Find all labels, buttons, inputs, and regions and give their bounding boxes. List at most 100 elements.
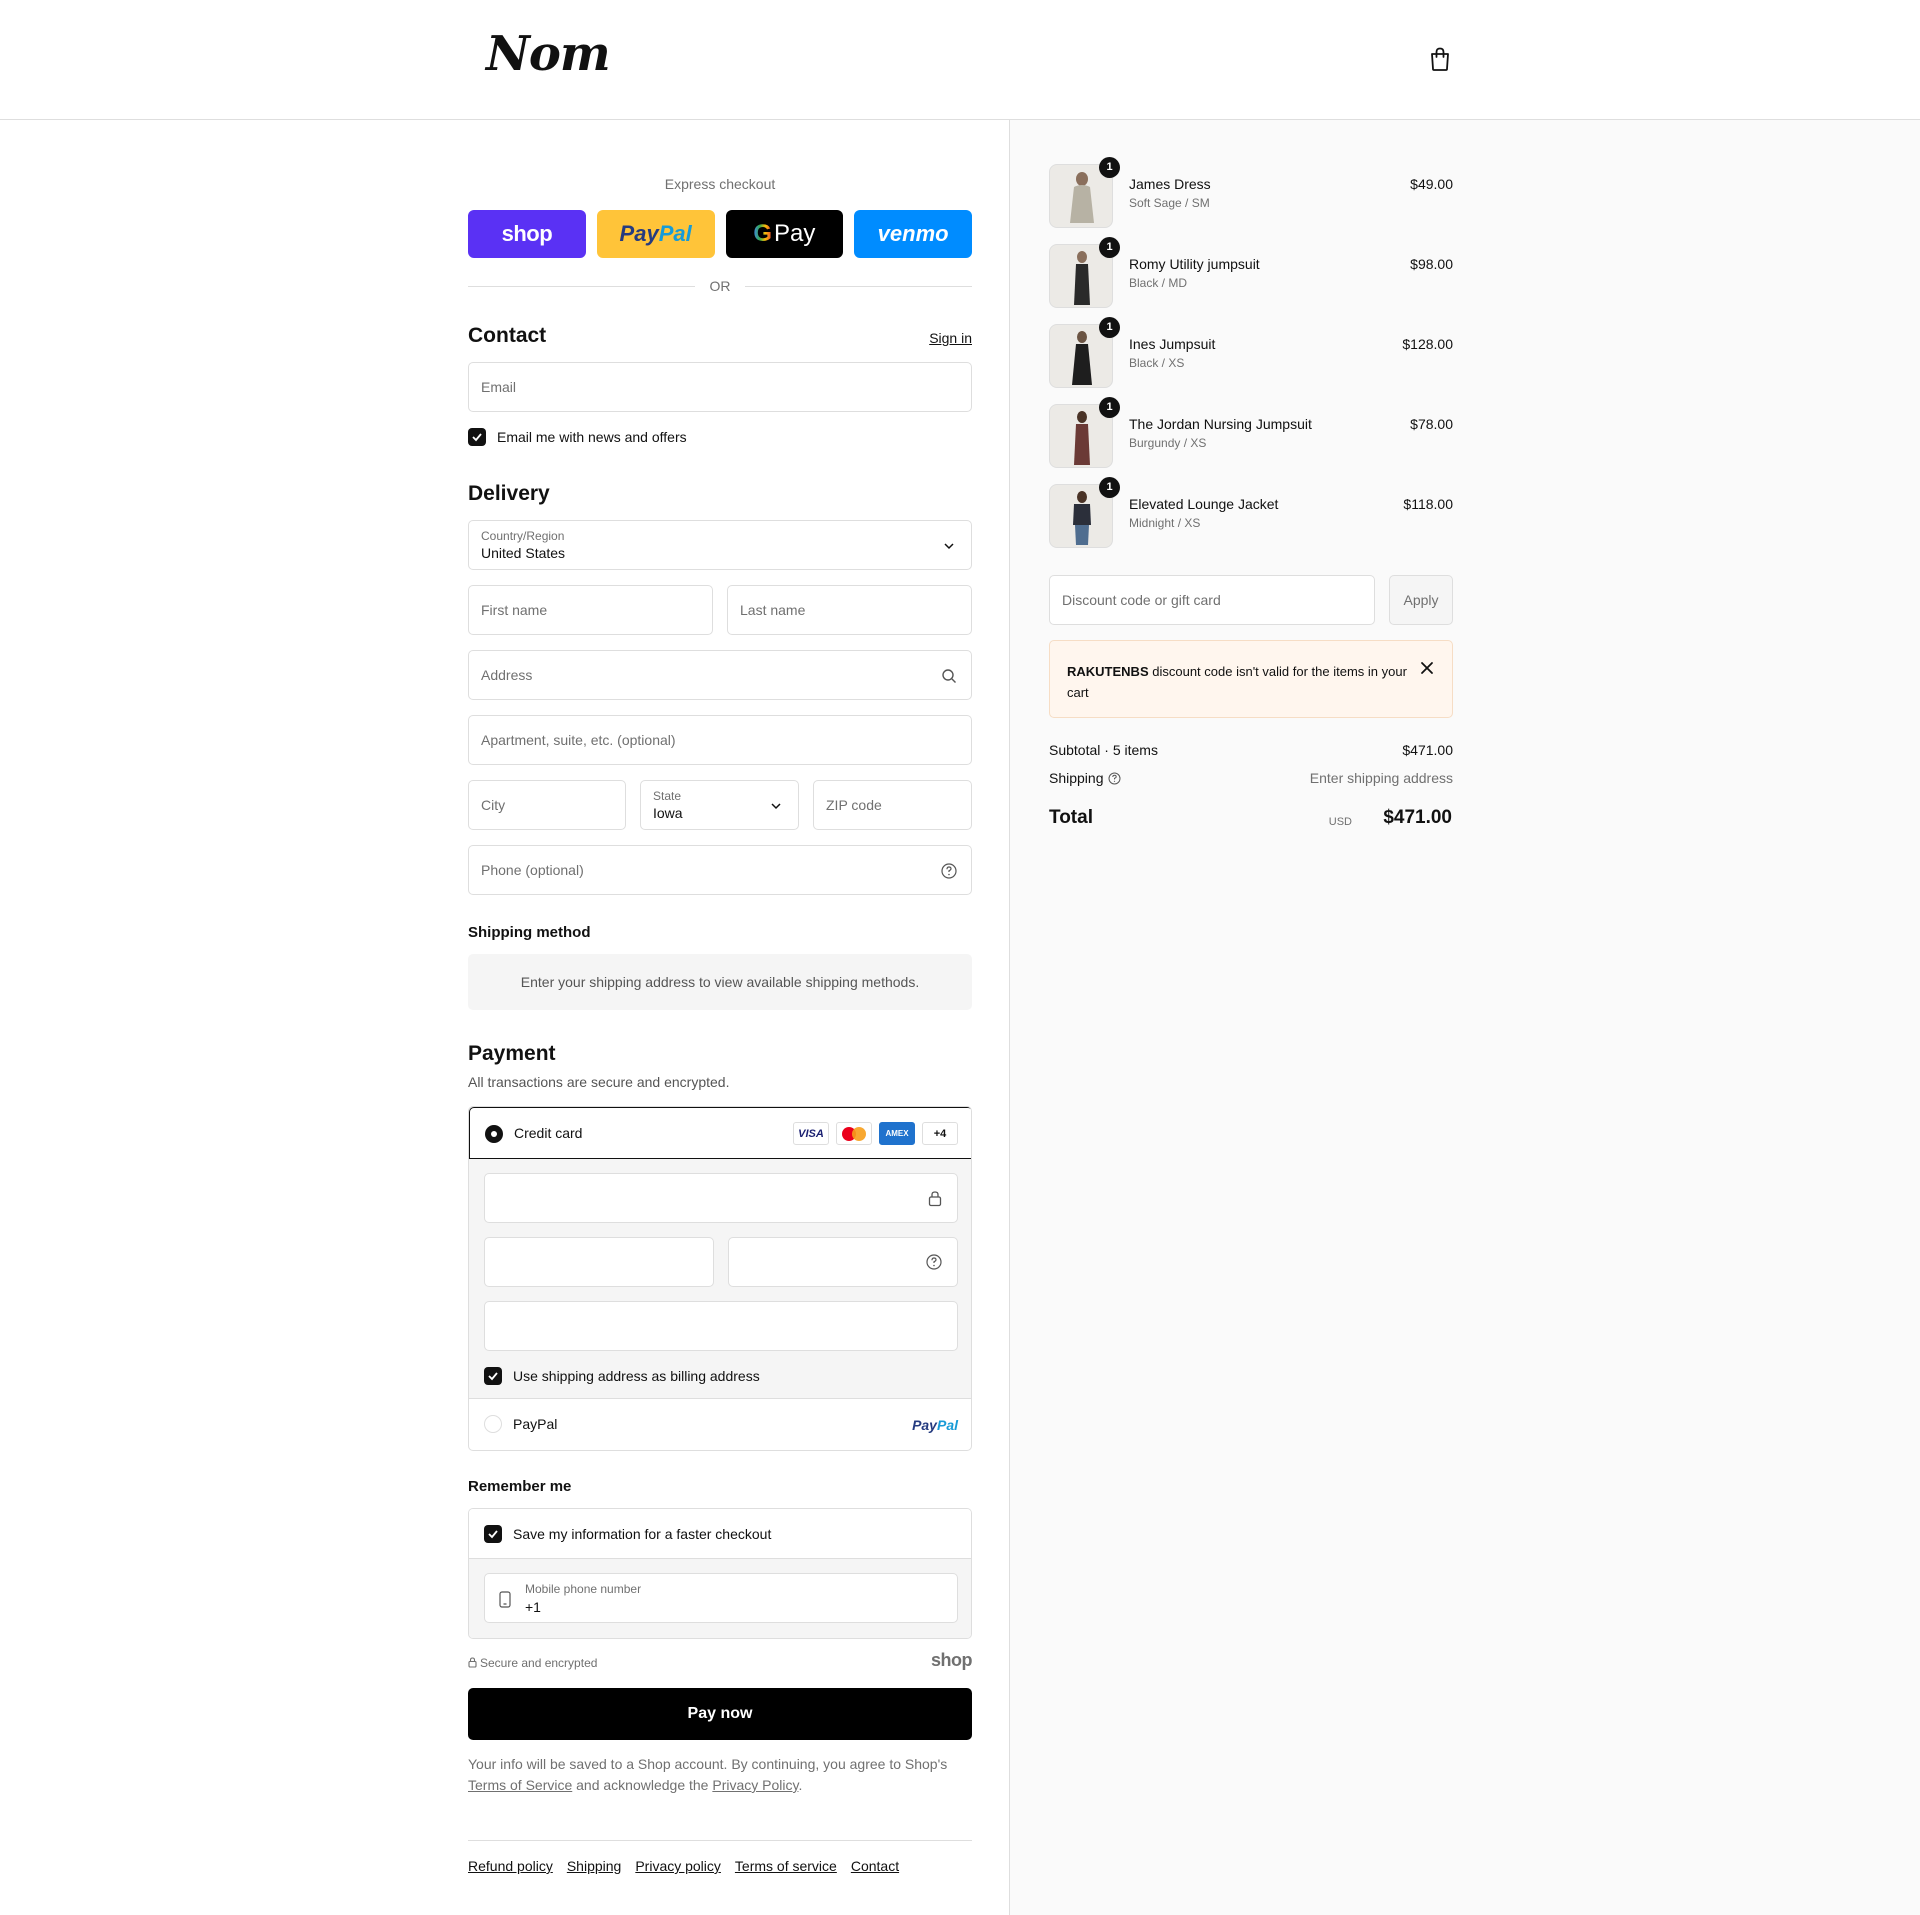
contact-link[interactable]: Contact <box>851 1858 899 1874</box>
item-name: The Jordan Nursing Jumpsuit <box>1129 416 1312 432</box>
paypal-button[interactable]: Pay Pal <box>596 210 715 258</box>
city-field[interactable]: City <box>468 780 626 830</box>
brand-logo[interactable]: Nom <box>486 26 611 82</box>
newsletter-label: Email me with news and offers <box>497 429 687 445</box>
refund-policy-link[interactable]: Refund policy <box>468 1858 553 1874</box>
shipping-method-heading: Shipping method <box>468 924 591 941</box>
help-circle-icon[interactable] <box>1108 772 1121 785</box>
item-variant: Black / XS <box>1129 356 1185 370</box>
save-info-label: Save my information for a faster checkou… <box>513 1526 772 1542</box>
last-name-field[interactable]: Last name <box>727 585 972 635</box>
cart-item: 1 James Dress Soft Sage / SM $49.00 <box>1049 157 1453 228</box>
apply-discount-button[interactable]: Apply <box>1389 575 1453 625</box>
or-label: OR <box>709 278 731 294</box>
first-name-field[interactable]: First name <box>468 585 713 635</box>
delivery-heading: Delivery <box>468 482 550 505</box>
discount-error-message: RAKUTENBS discount code isn't valid for … <box>1067 661 1407 703</box>
billing-address-label: Use shipping address as billing address <box>513 1368 760 1384</box>
paypal-logo: PayPal <box>912 1417 958 1433</box>
google-g-icon: G <box>753 220 773 247</box>
apartment-placeholder: Apartment, suite, etc. (optional) <box>481 732 676 748</box>
terms-of-service-footer-link[interactable]: Terms of service <box>735 1858 837 1874</box>
venmo-button[interactable]: venmo <box>854 210 972 258</box>
quantity-badge: 1 <box>1099 397 1120 418</box>
footer-divider <box>468 1840 972 1841</box>
security-code-field[interactable] <box>728 1237 958 1287</box>
discount-code-input[interactable]: Discount code or gift card <box>1049 575 1375 625</box>
billing-address-checkbox[interactable] <box>484 1367 502 1385</box>
email-field[interactable]: Email <box>468 362 972 412</box>
shop-logo: shop <box>931 1650 973 1670</box>
paypal-label-pay: Pay <box>619 221 659 246</box>
credit-card-option[interactable]: Credit card VISA AMEX +4 <box>469 1107 971 1159</box>
mobile-phone-label: Mobile phone number <box>525 1582 642 1596</box>
item-name: Ines Jumpsuit <box>1129 336 1216 352</box>
shopping-bag-icon[interactable] <box>1428 46 1452 72</box>
close-icon[interactable] <box>1420 661 1434 675</box>
card-number-field[interactable] <box>484 1173 958 1223</box>
paypal-logo-pay: Pay <box>912 1417 937 1433</box>
shipping-policy-link[interactable]: Shipping <box>567 1858 622 1874</box>
subtotal-row: Subtotal · 5 items $471.00 <box>1049 742 1453 758</box>
expiration-date-field[interactable] <box>484 1237 714 1287</box>
total-currency: USD <box>1328 816 1352 828</box>
zip-field[interactable]: ZIP code <box>813 780 972 830</box>
phone-field[interactable]: Phone (optional) <box>468 845 972 895</box>
help-circle-icon[interactable] <box>941 863 957 879</box>
address-field[interactable]: Address <box>468 650 972 700</box>
paypal-option[interactable]: PayPal PayPal <box>469 1399 971 1450</box>
address-placeholder: Address <box>481 667 533 683</box>
terms-of-service-link[interactable]: Terms of Service <box>468 1777 572 1793</box>
lock-icon <box>928 1191 942 1207</box>
country-value: United States <box>481 545 566 561</box>
shipping-row: Shipping Enter shipping address <box>1049 770 1453 786</box>
newsletter-checkbox[interactable] <box>468 428 486 446</box>
total-value: $471.00 <box>1383 807 1452 828</box>
country-select[interactable]: Country/Region United States <box>468 520 972 570</box>
country-label: Country/Region <box>481 529 565 543</box>
item-price: $49.00 <box>1410 176 1453 192</box>
state-select[interactable]: State Iowa <box>640 780 799 830</box>
legal-text: and acknowledge the <box>576 1777 709 1793</box>
payment-methods: Credit card VISA AMEX +4 Use shipping ad… <box>468 1106 972 1451</box>
footer-links: Refund policy Shipping Privacy policy Te… <box>468 1858 899 1874</box>
credit-card-form: Use shipping address as billing address <box>469 1159 971 1399</box>
discount-placeholder: Discount code or gift card <box>1062 592 1221 608</box>
shipping-label: Shipping <box>1049 770 1104 786</box>
name-on-card-field[interactable] <box>484 1301 958 1351</box>
last-name-placeholder: Last name <box>740 602 806 618</box>
paypal-radio[interactable] <box>484 1415 502 1433</box>
shop-pay-button[interactable]: shop <box>468 210 586 258</box>
mastercard-icon <box>836 1122 872 1145</box>
item-price: $98.00 <box>1410 256 1453 272</box>
mobile-phone-icon <box>499 1591 511 1608</box>
item-name: Elevated Lounge Jacket <box>1129 496 1279 512</box>
chevron-down-icon <box>771 803 781 810</box>
subtotal-value: $471.00 <box>1402 742 1453 758</box>
save-info-checkbox[interactable] <box>484 1525 502 1543</box>
discount-error-banner: RAKUTENBS discount code isn't valid for … <box>1049 640 1453 718</box>
secure-encrypted-note: Secure and encrypted <box>468 1656 597 1670</box>
paypal-label-pal: Pal <box>658 221 692 246</box>
sign-in-link[interactable]: Sign in <box>929 330 972 346</box>
paypal-option-label: PayPal <box>513 1416 558 1432</box>
pay-now-button[interactable]: Pay now <box>468 1688 972 1740</box>
google-pay-button[interactable]: G Pay <box>725 210 844 258</box>
help-circle-icon[interactable] <box>926 1254 942 1270</box>
apartment-field[interactable]: Apartment, suite, etc. (optional) <box>468 715 972 765</box>
quantity-badge: 1 <box>1099 317 1120 338</box>
privacy-policy-link[interactable]: Privacy Policy <box>712 1777 798 1793</box>
mobile-phone-field[interactable]: Mobile phone number +1 <box>484 1573 958 1623</box>
credit-card-radio[interactable] <box>485 1125 503 1143</box>
cart-item: 1 Romy Utility jumpsuit Black / MD $98.0… <box>1049 237 1453 308</box>
shipping-value: Enter shipping address <box>1309 770 1453 786</box>
cart-item: 1 Ines Jumpsuit Black / XS $128.00 <box>1049 317 1453 388</box>
privacy-policy-footer-link[interactable]: Privacy policy <box>635 1858 721 1874</box>
quantity-badge: 1 <box>1099 477 1120 498</box>
payment-heading: Payment <box>468 1042 556 1065</box>
item-variant: Burgundy / XS <box>1129 436 1207 450</box>
email-placeholder: Email <box>481 379 517 395</box>
subtotal-label: Subtotal · 5 items <box>1049 742 1158 758</box>
phone-placeholder: Phone (optional) <box>481 862 584 878</box>
item-name: Romy Utility jumpsuit <box>1129 256 1260 272</box>
